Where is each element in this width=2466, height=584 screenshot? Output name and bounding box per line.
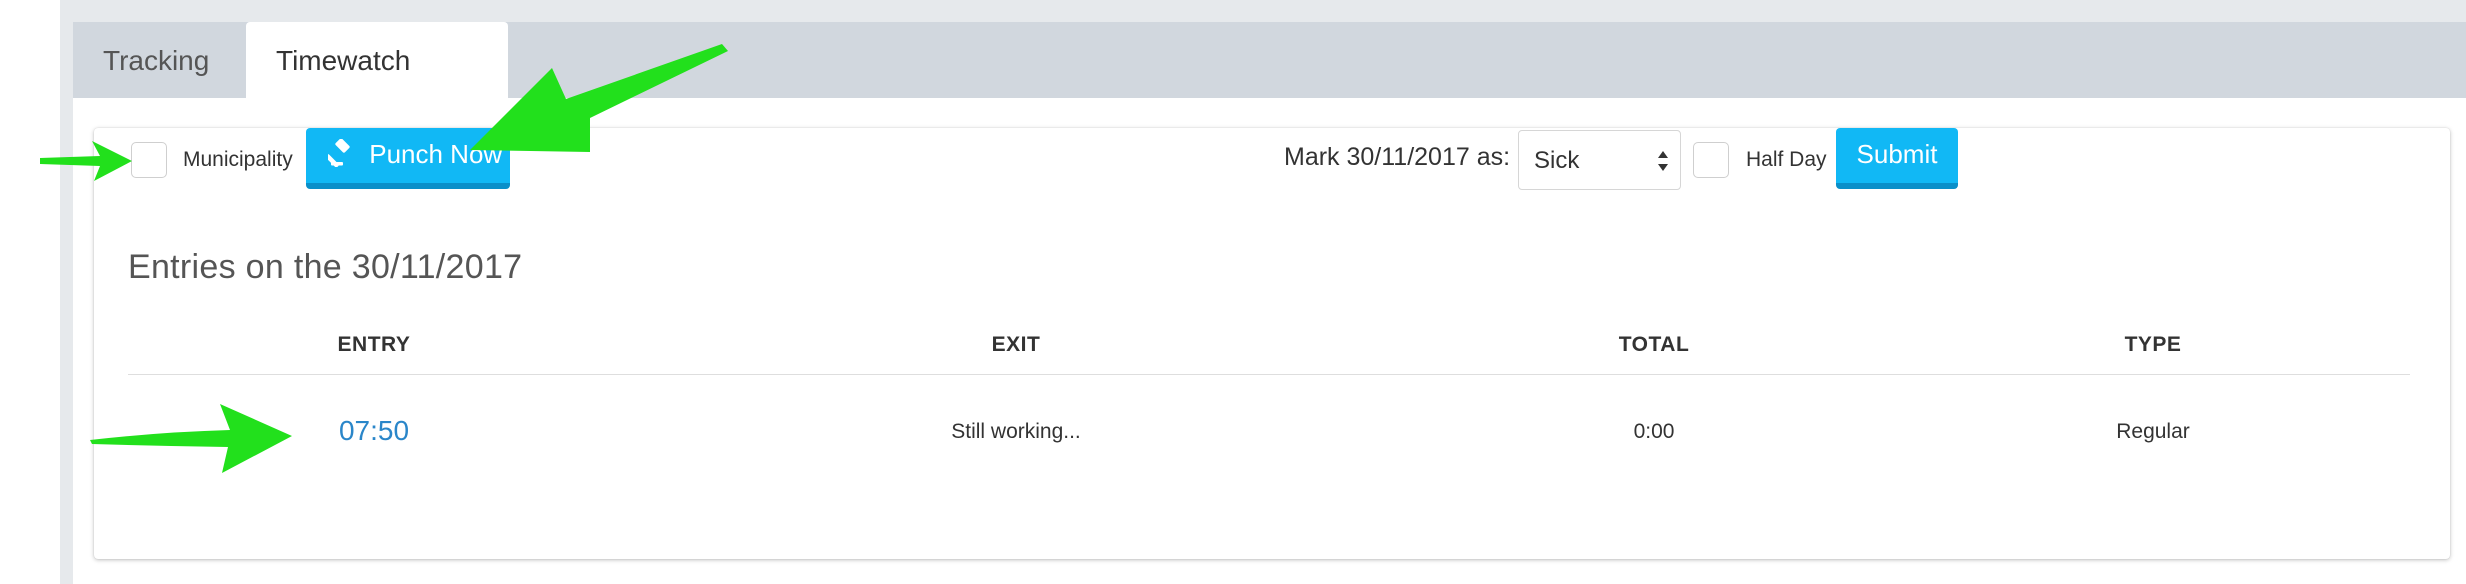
total-cell: 0:00 — [1633, 420, 1675, 443]
municipality-checkbox[interactable] — [131, 142, 167, 178]
mark-date-label: Mark 30/11/2017 as: — [1284, 143, 1511, 171]
column-header-type: TYPE — [2124, 333, 2182, 356]
column-header-exit: EXIT — [991, 333, 1041, 356]
mark-as-select[interactable]: Sick — [1518, 130, 1681, 190]
top-strip — [73, 0, 2466, 22]
tab-bar: Tracking Timewatch — [73, 22, 2466, 98]
tab-timewatch[interactable]: Timewatch — [246, 22, 508, 98]
type-cell: Regular — [2116, 420, 2190, 443]
municipality-label: Municipality — [183, 148, 293, 171]
column-header-entry: ENTRY — [337, 333, 411, 356]
tab-tracking[interactable]: Tracking — [73, 22, 243, 98]
timewatch-panel — [94, 128, 2450, 559]
left-divider — [60, 0, 73, 584]
select-updown-icon — [1658, 151, 1668, 171]
submit-button[interactable]: Submit — [1836, 128, 1958, 189]
half-day-checkbox[interactable] — [1693, 142, 1729, 178]
exit-cell: Still working... — [951, 420, 1081, 443]
mark-as-select-value: Sick — [1534, 147, 1580, 174]
left-gutter — [0, 0, 60, 584]
half-day-label: Half Day — [1746, 148, 1827, 171]
entries-title: Entries on the 30/11/2017 — [128, 248, 523, 286]
table-header-divider — [128, 374, 2410, 375]
entry-time-link[interactable]: 07:50 — [339, 415, 409, 447]
gavel-icon — [328, 139, 350, 167]
punch-now-label: Punch Now — [369, 139, 503, 169]
column-header-total: TOTAL — [1618, 333, 1690, 356]
punch-now-button[interactable]: Punch Now — [306, 128, 510, 189]
